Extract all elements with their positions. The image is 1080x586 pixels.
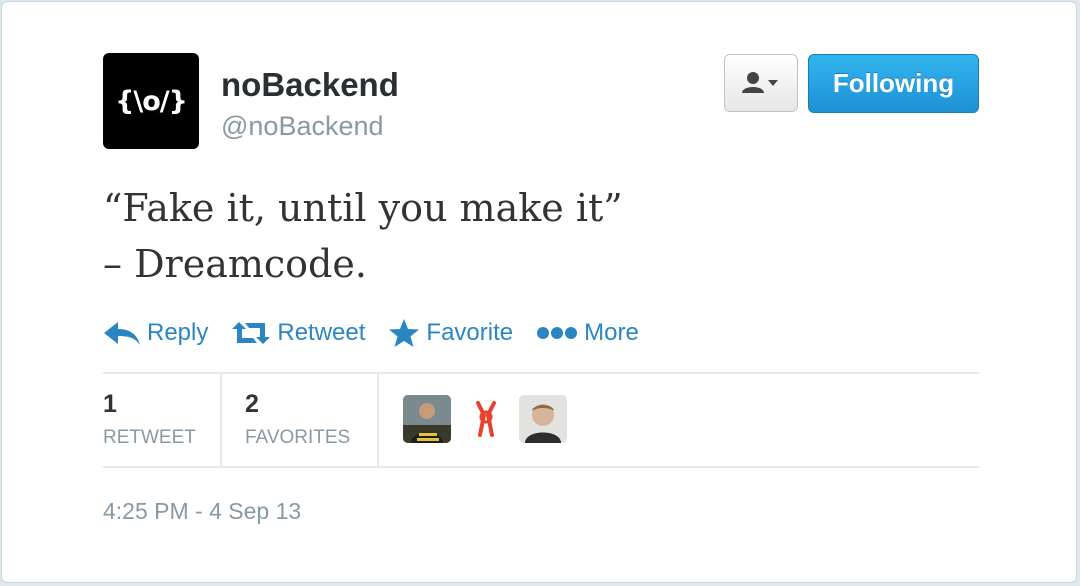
tweet-actions: Reply Retweet Favorite More [103,315,662,351]
profile-name[interactable]: noBackend [221,66,399,104]
profile-avatar[interactable]: {\o/} [103,53,199,149]
favoriter-avatar[interactable] [403,395,451,443]
red-logo-icon [462,395,510,443]
retweet-action[interactable]: Retweet [231,319,365,347]
retweet-label: Retweet [277,319,366,346]
more-label: More [584,319,639,346]
reply-label: Reply [147,319,209,346]
reply-action[interactable]: Reply [103,319,208,347]
following-button[interactable]: Following [808,54,979,113]
favorite-label: Favorite [426,319,514,346]
profile-handle[interactable]: @noBackend [221,111,384,142]
user-actions-button[interactable] [724,54,798,112]
more-action[interactable]: More [536,319,639,347]
retweet-icon [232,322,271,344]
person-photo-icon [403,395,451,443]
more-dots-icon [537,327,578,339]
stat-separator [377,374,379,466]
tweet-line-1: “Fake it, until you make it” [103,186,623,230]
favorites-stat[interactable]: 2 FAVORITES [245,390,350,449]
favorites-stat-label: FAVORITES [245,427,351,448]
tweet-timestamp[interactable]: 4:25 PM - 4 Sep 13 [103,498,301,525]
stat-separator [220,374,222,466]
divider-top [103,372,979,374]
favoriter-avatar[interactable] [519,395,567,443]
tweet-line-2: – Dreamcode. [103,242,367,286]
retweet-stat-label: RETWEET [103,427,196,448]
divider-bottom [103,466,979,468]
tweet-card: {\o/} noBackend @noBackend Following “Fa… [1,1,1077,583]
retweet-count: 1 [103,390,117,418]
star-icon [389,319,420,347]
favoriter-avatar[interactable] [462,395,510,443]
tweet-text: “Fake it, until you make it” – Dreamcode… [103,180,623,292]
favorite-action[interactable]: Favorite [388,318,513,348]
retweet-stat[interactable]: 1 RETWEET [103,390,196,449]
person-photo-icon [519,395,567,443]
user-dropdown-icon [742,72,778,93]
reply-icon [104,322,140,345]
avatar-logo-text: {\o/} [115,85,188,117]
favorites-count: 2 [245,390,259,418]
